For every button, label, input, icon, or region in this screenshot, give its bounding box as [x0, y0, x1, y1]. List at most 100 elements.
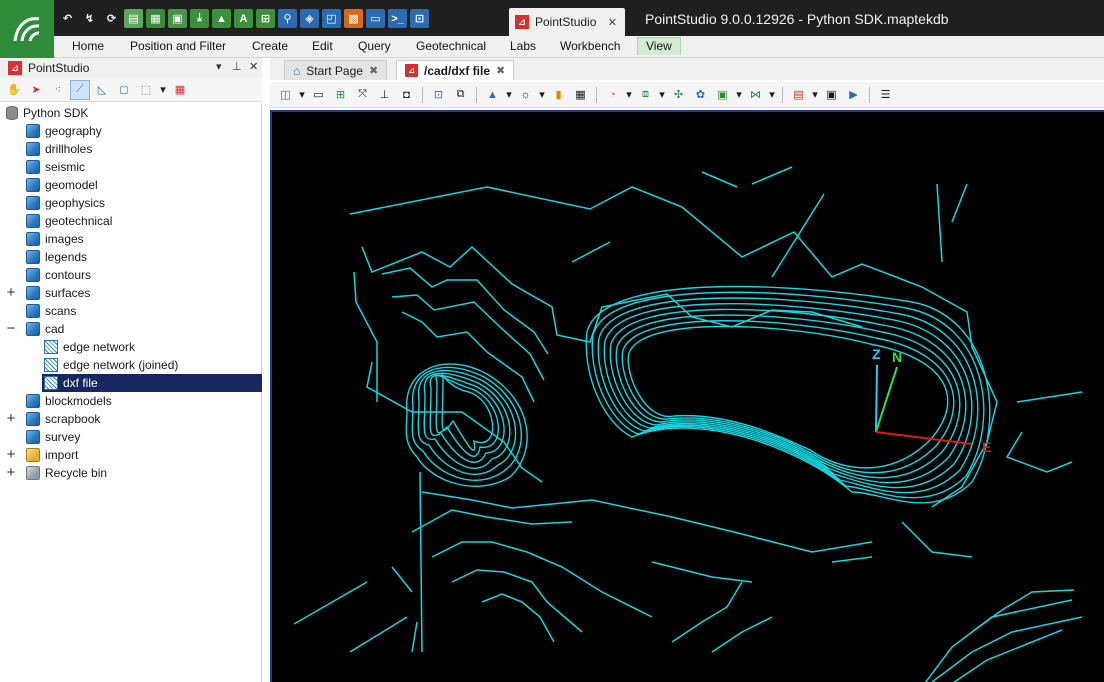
app-logo[interactable]: [0, 0, 54, 58]
report-icon[interactable]: ▤: [124, 9, 143, 28]
list-icon[interactable]: ☰: [876, 85, 895, 104]
tree-item-blockmodels[interactable]: blockmodels: [24, 392, 262, 410]
sphere-icon[interactable]: ✿: [691, 85, 710, 104]
tree-item-import[interactable]: import: [24, 446, 262, 464]
clip-icon[interactable]: ⧉: [451, 85, 470, 104]
tree-item-seismic[interactable]: seismic: [24, 158, 262, 176]
hierarchy-icon[interactable]: ⊞: [256, 9, 275, 28]
expand-icon[interactable]: +: [5, 285, 17, 300]
brightness-icon[interactable]: ▮: [549, 85, 568, 104]
undo-icon[interactable]: ↶: [58, 9, 77, 28]
tab-start-page[interactable]: ⌂ Start Page ✖: [284, 60, 388, 80]
network-icon[interactable]: ✣: [669, 85, 688, 104]
close-icon[interactable]: ✕: [249, 60, 258, 73]
tab-view[interactable]: View: [637, 37, 681, 55]
play-icon[interactable]: ▶: [844, 85, 863, 104]
expand-icon[interactable]: +: [5, 447, 17, 462]
image-icon[interactable]: ▲: [212, 9, 231, 28]
section-icon[interactable]: ⋈: [746, 85, 765, 104]
chevron-down-icon[interactable]: ▾: [811, 85, 819, 104]
tab-geotechnical[interactable]: Geotechnical: [416, 39, 486, 53]
expand-icon[interactable]: +: [5, 411, 17, 426]
tree-item-geophysics[interactable]: geophysics: [24, 194, 262, 212]
select-line-icon[interactable]: ⟋: [70, 79, 90, 100]
tree-item-surfaces[interactable]: surfaces: [24, 284, 262, 302]
monitor-icon[interactable]: ▭: [366, 9, 385, 28]
perspective-icon[interactable]: ◘: [397, 85, 416, 104]
tab-edit[interactable]: Edit: [312, 39, 333, 53]
export-icon[interactable]: ⊡: [410, 9, 429, 28]
pdf-icon[interactable]: ▤: [789, 85, 808, 104]
chevron-down-icon[interactable]: ▾: [538, 85, 546, 104]
chevron-down-icon[interactable]: ▾: [768, 85, 776, 104]
tree-item-edge-network-joined[interactable]: edge network (joined): [42, 356, 262, 374]
tree-item-scans[interactable]: scans: [24, 302, 262, 320]
chevron-down-icon[interactable]: ▾: [735, 85, 743, 104]
axis-icon[interactable]: ⊥: [375, 85, 394, 104]
refresh-icon[interactable]: ⟳: [102, 9, 121, 28]
tab-home[interactable]: Home: [72, 39, 104, 53]
fit-icon[interactable]: ⤧: [353, 85, 372, 104]
select-box-icon[interactable]: ◻: [114, 80, 134, 100]
chevron-down-icon[interactable]: ▾: [298, 85, 306, 104]
pan-hand-icon[interactable]: ✋: [4, 80, 24, 100]
pin-icon[interactable]: ⊥: [232, 60, 242, 73]
cube-icon[interactable]: ◈: [300, 9, 319, 28]
sheet-icon[interactable]: ▣: [168, 9, 187, 28]
grid-select-icon[interactable]: ▦: [170, 80, 190, 100]
pin-icon[interactable]: ⚲: [278, 9, 297, 28]
redo-icon[interactable]: ↯: [80, 9, 99, 28]
tab-position-and-filter[interactable]: Position and Filter: [130, 39, 226, 53]
screenshot-icon[interactable]: ▣: [822, 85, 841, 104]
table-icon[interactable]: ▦: [146, 9, 165, 28]
tree-item-contours[interactable]: contours: [24, 266, 262, 284]
zoom-extents-icon[interactable]: ▭: [309, 85, 328, 104]
tab-create[interactable]: Create: [252, 39, 288, 53]
close-icon[interactable]: ✕: [608, 16, 617, 29]
tree-item-geotechnical[interactable]: geotechnical: [24, 212, 262, 230]
tree-item-dxf-file[interactable]: dxf file: [42, 374, 262, 392]
window-icon[interactable]: ▣: [713, 85, 732, 104]
tab-workbench[interactable]: Workbench: [560, 39, 620, 53]
tree-item-edge-network[interactable]: edge network: [42, 338, 262, 356]
tab-query[interactable]: Query: [358, 39, 391, 53]
close-icon[interactable]: ✖: [369, 64, 378, 77]
tree-item-survey[interactable]: survey: [24, 428, 262, 446]
app-tab[interactable]: ⊿ PointStudio ✕: [509, 8, 625, 36]
pizza-icon[interactable]: ◔: [603, 85, 622, 104]
view-cube-icon[interactable]: ◫: [276, 85, 295, 104]
tree-item-geomodel[interactable]: geomodel: [24, 176, 262, 194]
chevron-down-icon[interactable]: ▾: [216, 60, 222, 73]
grid-snap-icon[interactable]: ⊡: [429, 85, 448, 104]
select-arrow-icon[interactable]: ➤: [26, 80, 46, 100]
grid-icon[interactable]: ▩: [344, 9, 363, 28]
dxf-drawing[interactable]: Z N E: [272, 112, 1104, 682]
triangle-points-icon[interactable]: ▲: [483, 85, 502, 104]
selection-mode-icon[interactable]: ⬚: [136, 80, 156, 100]
tree-item-legends[interactable]: legends: [24, 248, 262, 266]
viewport-3d[interactable]: ZN E: [270, 110, 1104, 682]
expand-icon[interactable]: +: [5, 465, 17, 480]
text-icon[interactable]: A: [234, 9, 253, 28]
tree-item-images[interactable]: images: [24, 230, 262, 248]
zoom-selection-icon[interactable]: ⊞: [331, 85, 350, 104]
tab-dxf-file[interactable]: ⊿ /cad/dxf file ✖: [396, 60, 515, 80]
document-icon[interactable]: ◰: [322, 9, 341, 28]
light-bulb-icon[interactable]: ☼: [516, 85, 535, 104]
close-icon[interactable]: ✖: [496, 64, 505, 77]
tab-labs[interactable]: Labs: [510, 39, 536, 53]
pattern-icon[interactable]: ▦: [571, 85, 590, 104]
tree-item-geography[interactable]: geography: [24, 122, 262, 140]
tree-item-scrapbook[interactable]: scrapbook: [24, 410, 262, 428]
chevron-down-icon[interactable]: ▾: [505, 85, 513, 104]
tree-item-drillholes[interactable]: drillholes: [24, 140, 262, 158]
tree-item-cad[interactable]: cad: [24, 320, 262, 338]
chevron-down-icon[interactable]: ▾: [158, 80, 168, 100]
select-points-icon[interactable]: ⁖: [48, 80, 68, 100]
layers-icon[interactable]: ⧈: [636, 85, 655, 104]
chevron-down-icon[interactable]: ▾: [625, 85, 633, 104]
select-polygon-icon[interactable]: ◺: [92, 80, 112, 100]
import-icon[interactable]: ⤓: [190, 9, 209, 28]
tree-item-recycle-bin[interactable]: Recycle bin: [24, 464, 262, 482]
chevron-down-icon[interactable]: ▾: [658, 85, 666, 104]
